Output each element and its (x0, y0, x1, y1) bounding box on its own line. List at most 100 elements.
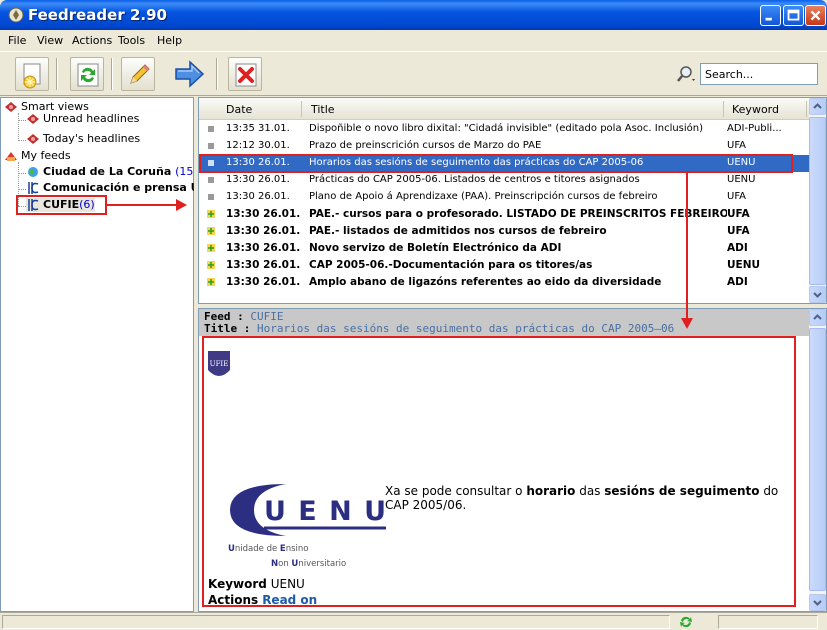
tree-my-feeds[interactable]: My feeds (4, 149, 71, 162)
headline-list: Date Title Keyword 13:35 31.01. Dispoñibl… (198, 97, 827, 304)
table-row[interactable]: 13:30 26.01. Plano de Apoio á Aprendizaxe… (199, 189, 811, 206)
refresh-button[interactable] (70, 57, 104, 91)
tree-feed-ciudad-label: Ciudad de La Coruña (43, 165, 172, 178)
tree-feed-ciudad[interactable]: Ciudad de La Coruña (15) (26, 165, 198, 178)
chevron-down-icon (813, 292, 822, 298)
row-date: 13:30 26.01. (226, 208, 301, 220)
scroll-up-button[interactable] (809, 98, 826, 115)
pencil-icon (130, 64, 150, 84)
row-title: PAE.- listados de admitidos nos cursos d… (309, 225, 607, 237)
new-item-icon (207, 227, 215, 235)
row-title: Dispoñible o novo libro dixital: "Cidadá… (309, 123, 704, 134)
row-title: Plano de Apoio á Aprendizaxe (PAA). Prei… (309, 191, 658, 202)
column-date[interactable]: Date (226, 103, 252, 116)
table-row[interactable]: 13:30 26.01. Amplo abano de ligazóns refe… (199, 274, 811, 291)
tree-my-feeds-label: My feeds (21, 149, 71, 162)
app-icon (8, 7, 24, 23)
table-row[interactable]: 13:30 26.01. Novo servizo de Boletín Elec… (199, 240, 811, 257)
today-icon (27, 134, 39, 144)
column-keyword[interactable]: Keyword (732, 103, 779, 116)
row-keyword: ADI-Publi... (727, 123, 782, 134)
annotation-vertical-line (686, 173, 688, 321)
row-date: 13:35 31.01. (226, 123, 290, 134)
menu-actions[interactable]: Actions (72, 34, 112, 47)
tree-feed-comunicacion[interactable]: Comunicación e prensa U (26, 181, 200, 195)
maximize-button[interactable] (783, 5, 804, 26)
scroll-down-button[interactable] (809, 286, 826, 303)
table-row[interactable]: 13:30 26.01. CAP 2005-06.-Documentación p… (199, 257, 811, 274)
table-row[interactable]: 13:35 31.01. Dispoñible o novo libro dixi… (199, 121, 811, 138)
list-header: Date Title Keyword (199, 98, 811, 120)
tree-todays-headlines[interactable]: Today's headlines (26, 132, 140, 145)
chevron-down-icon (813, 600, 822, 606)
row-title: Prácticas do CAP 2005-06. Listados de ce… (309, 174, 640, 185)
new-item-icon (207, 210, 215, 218)
new-feed-icon (23, 63, 41, 89)
preview-scroll-down-button[interactable] (809, 594, 826, 611)
annotation-arrowhead-down-icon (681, 318, 693, 329)
preview-scrollbar[interactable] (809, 309, 826, 611)
globe-icon (28, 167, 38, 177)
row-title: Amplo abano de ligazóns referentes ao ei… (309, 276, 662, 288)
row-title: Novo servizo de Boletín Electrónico da A… (309, 242, 562, 254)
search-input[interactable] (700, 63, 818, 85)
column-title[interactable]: Title (311, 103, 335, 116)
delete-icon (235, 63, 257, 87)
unread-icon (27, 114, 39, 124)
status-message (2, 615, 670, 629)
title-label: Title : (204, 322, 251, 335)
smart-views-icon (5, 102, 17, 112)
new-item-icon (207, 244, 215, 252)
edit-button[interactable] (121, 57, 155, 91)
read-item-icon (208, 143, 214, 149)
new-feed-button[interactable] (15, 57, 49, 91)
delete-button[interactable] (228, 57, 262, 91)
close-button[interactable] (805, 5, 826, 26)
row-keyword: UFA (727, 140, 746, 151)
title-bar: Feedreader 2.90 (0, 0, 827, 30)
search-icon[interactable] (677, 64, 699, 84)
scroll-thumb[interactable] (809, 117, 826, 285)
preview-scroll-thumb[interactable] (809, 328, 826, 591)
status-bar (0, 612, 827, 630)
folder-feeds-icon (5, 152, 17, 161)
sync-icon[interactable] (678, 614, 694, 630)
tree-unread-headlines[interactable]: Unread headlines (26, 112, 139, 125)
row-date: 13:30 26.01. (226, 191, 290, 202)
status-panel (718, 615, 818, 629)
menu-help[interactable]: Help (157, 34, 182, 47)
annotation-cufie-feed (16, 195, 107, 215)
tree-today-label: Today's headlines (43, 132, 141, 145)
read-item-icon (208, 177, 214, 183)
annotation-arrowhead-icon (176, 199, 187, 211)
refresh-icon (77, 63, 99, 87)
preview-scroll-up-button[interactable] (809, 309, 826, 326)
table-row[interactable]: 13:30 26.01. PAE.- cursos para o profesor… (199, 206, 811, 223)
menu-tools[interactable]: Tools (118, 34, 145, 47)
list-scrollbar[interactable] (809, 98, 826, 303)
arrow-right-icon (175, 60, 205, 88)
row-title: Prazo de preinscrición cursos de Marzo d… (309, 140, 542, 151)
row-keyword: ADI (727, 242, 748, 254)
menu-file[interactable]: File (8, 34, 26, 47)
new-item-icon (207, 261, 215, 269)
annotation-arrow-line (107, 204, 181, 206)
table-row[interactable]: 12:12 30.01. Prazo de preinscrición curso… (199, 138, 811, 155)
row-date: 13:30 26.01. (226, 259, 301, 271)
new-item-icon (207, 278, 215, 286)
feed-logo-icon (28, 182, 39, 194)
row-keyword: UFA (727, 191, 746, 202)
feed-tree: Smart views Unread headlines Today's hea… (0, 97, 200, 612)
table-row[interactable]: 13:30 26.01. PAE.- listados de admitidos … (199, 223, 811, 240)
row-date: 12:12 30.01. (226, 140, 290, 151)
minimize-button[interactable] (760, 5, 781, 26)
menu-view[interactable]: View (37, 34, 63, 47)
row-keyword: UENU (727, 259, 761, 271)
row-keyword: UENU (727, 174, 756, 185)
row-keyword: UFA (727, 225, 750, 237)
row-date: 13:30 26.01. (226, 276, 301, 288)
forward-button[interactable] (172, 57, 206, 91)
table-row[interactable]: 13:30 26.01. Prácticas do CAP 2005-06. Li… (199, 172, 811, 189)
chevron-up-icon (813, 103, 822, 109)
row-date: 13:30 26.01. (226, 174, 290, 185)
